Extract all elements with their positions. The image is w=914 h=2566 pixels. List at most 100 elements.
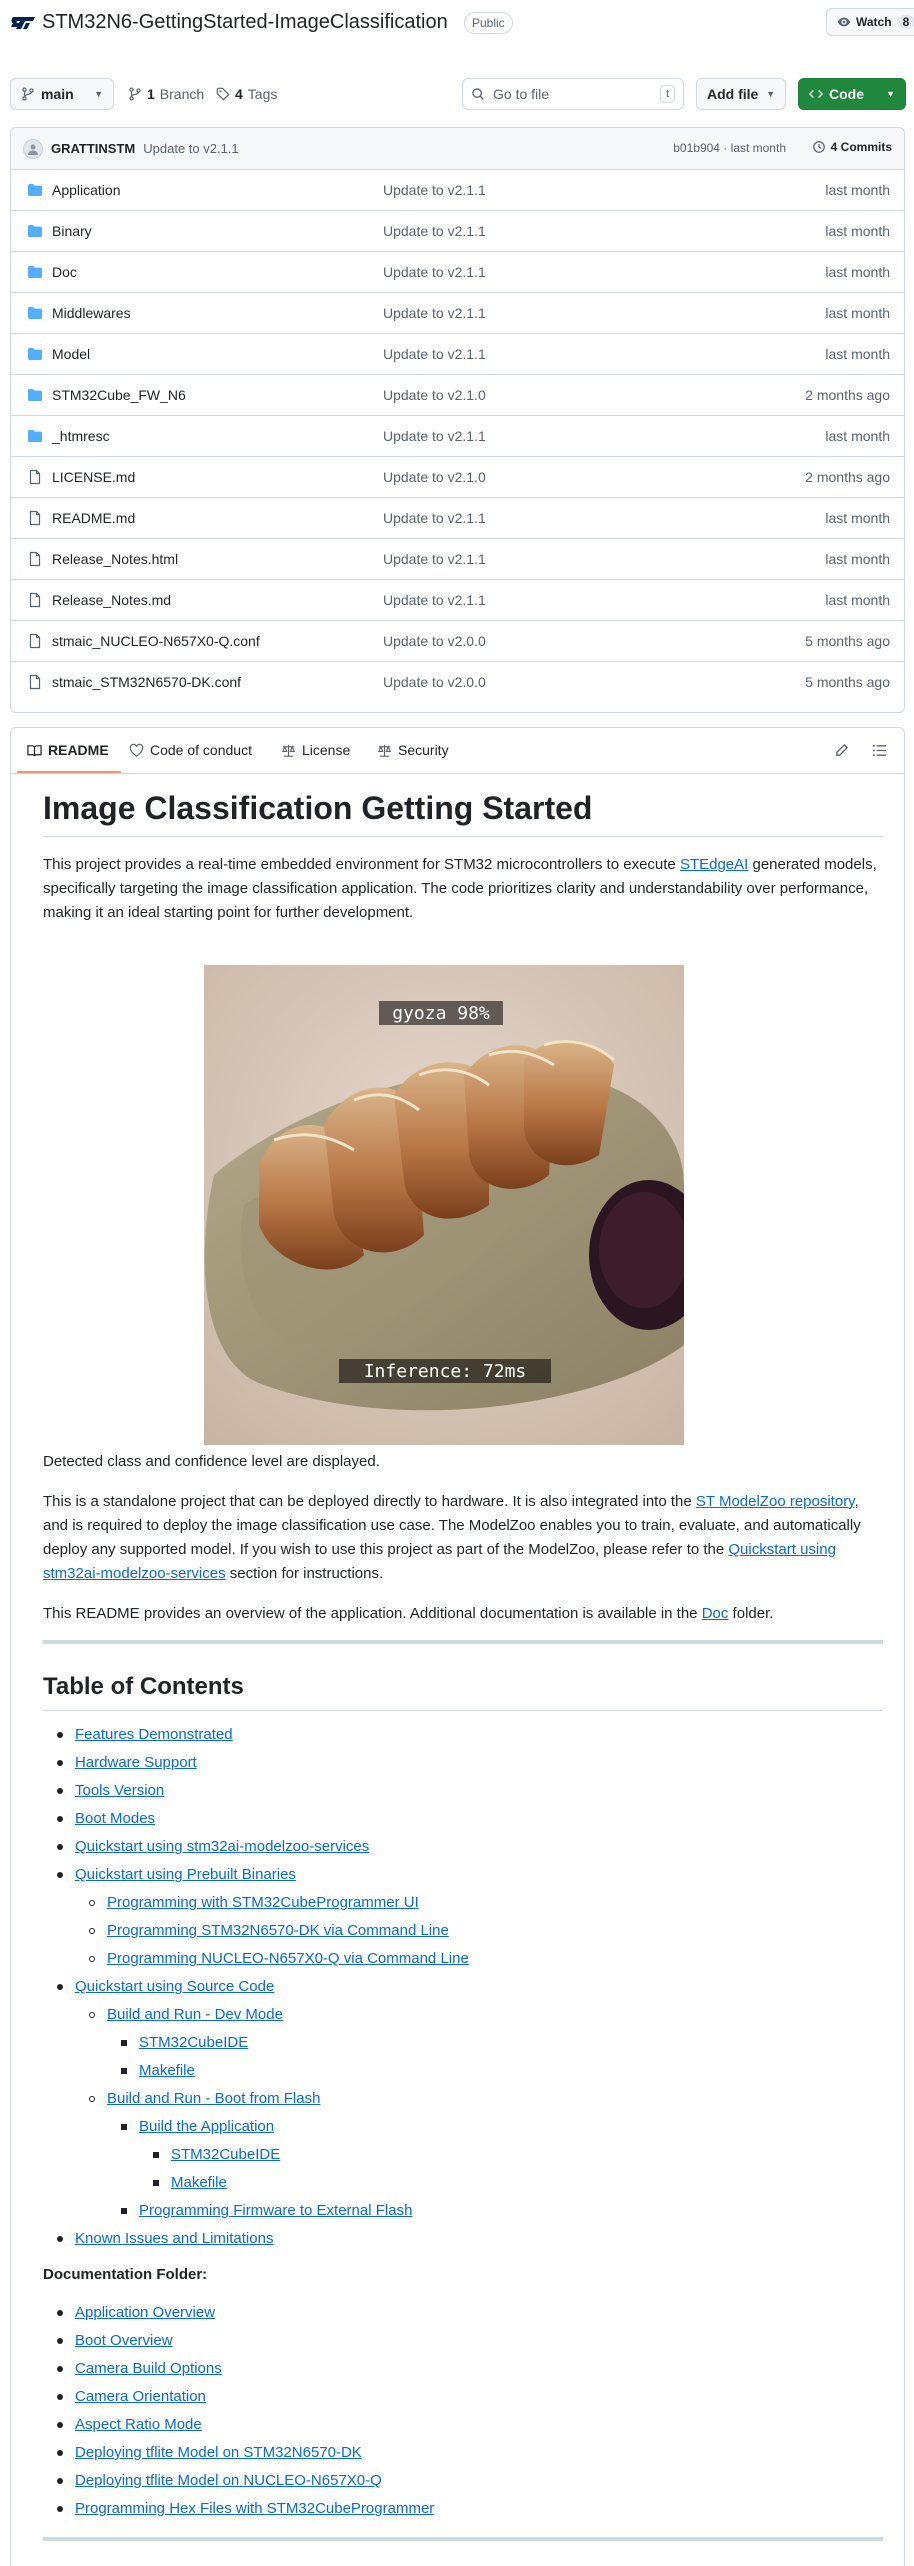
file-row[interactable]: Middlewares Update to v2.1.1 last month — [11, 293, 904, 334]
file-commit-message[interactable]: Update to v2.1.1 — [383, 223, 486, 239]
file-name[interactable]: README.md — [52, 510, 135, 526]
doc-link[interactable]: Aspect Ratio Mode — [75, 2416, 202, 2433]
file-name[interactable]: STM32Cube_FW_N6 — [52, 387, 186, 403]
toc-link[interactable]: Tools Version — [75, 1782, 164, 1799]
file-row[interactable]: Release_Notes.html Update to v2.1.1 last m… — [11, 539, 904, 580]
tags-label: Tags — [247, 86, 278, 102]
branches-link[interactable]: 1 Branch — [128, 86, 204, 102]
file-commit-message[interactable]: Update to v2.1.1 — [383, 305, 486, 321]
tab-license[interactable]: License — [281, 742, 350, 758]
toc-link[interactable]: Programming STM32N6570-DK via Command Li… — [107, 1922, 449, 1939]
list-icon[interactable] — [872, 743, 887, 761]
st-logo-icon[interactable] — [10, 14, 36, 32]
doc-link-item: Boot Overview — [43, 2327, 883, 2355]
file-row[interactable]: README.md Update to v2.1.1 last month — [11, 498, 904, 539]
toc-link[interactable]: STM32CubeIDE — [139, 2034, 248, 2051]
file-row[interactable]: _htmresc Update to v2.1.1 last month — [11, 416, 904, 457]
doc-link[interactable]: Camera Build Options — [75, 2360, 222, 2377]
toc-link[interactable]: Quickstart using Prebuilt Binaries — [75, 1866, 296, 1883]
commit-meta[interactable]: b01b904 · last month — [673, 141, 786, 155]
modelzoo-repo-link[interactable]: ST ModelZoo repository — [696, 1493, 855, 1510]
toc-link[interactable]: Known Issues and Limitations — [75, 2230, 273, 2247]
go-to-file-input[interactable]: Go to file t — [462, 78, 684, 110]
file-commit-message[interactable]: Update to v2.1.1 — [383, 510, 486, 526]
avatar[interactable] — [23, 138, 43, 159]
tab-readme[interactable]: README — [27, 742, 109, 758]
toc-link[interactable]: Quickstart using stm32ai-modelzoo-servic… — [75, 1838, 369, 1855]
toc-link[interactable]: Makefile — [139, 2062, 195, 2079]
file-name[interactable]: stmaic_STM32N6570-DK.conf — [52, 674, 241, 690]
repo-title[interactable]: STM32N6-GettingStarted-ImageClassificati… — [42, 11, 448, 34]
add-file-button[interactable]: Add file ▼ — [696, 78, 786, 110]
doc-folder-heading: Documentation Folder: — [43, 2266, 208, 2283]
file-row[interactable]: Binary Update to v2.1.1 last month — [11, 211, 904, 252]
folder-icon — [27, 223, 43, 239]
file-row[interactable]: LICENSE.md Update to v2.1.0 2 months ago — [11, 457, 904, 498]
doc-link[interactable]: Programming Hex Files with STM32CubeProg… — [75, 2500, 434, 2517]
stedgeai-link[interactable]: STEdgeAI — [680, 856, 748, 873]
toc-link[interactable]: Quickstart using Source Code — [75, 1978, 274, 1995]
file-name[interactable]: _htmresc — [52, 428, 110, 444]
tags-link[interactable]: 4 Tags — [216, 86, 277, 102]
file-name[interactable]: LICENSE.md — [52, 469, 135, 485]
file-commit-message[interactable]: Update to v2.1.0 — [383, 469, 486, 485]
toc-link[interactable]: Boot Modes — [75, 1810, 155, 1827]
doc-link[interactable]: Application Overview — [75, 2304, 215, 2321]
toc-link[interactable]: STM32CubeIDE — [171, 2146, 280, 2163]
file-name[interactable]: Model — [52, 346, 90, 362]
file-commit-message[interactable]: Update to v2.1.1 — [383, 346, 486, 362]
tab-code-of-conduct[interactable]: Code of conduct — [129, 742, 252, 758]
file-commit-message[interactable]: Update to v2.1.1 — [383, 592, 486, 608]
doc-folder-link[interactable]: Doc — [702, 1605, 729, 1622]
file-name[interactable]: Middlewares — [52, 305, 131, 321]
toc-link[interactable]: Build and Run - Boot from Flash — [107, 2090, 320, 2107]
toc-link[interactable]: Hardware Support — [75, 1754, 197, 1771]
file-commit-message[interactable]: Update to v2.0.0 — [383, 633, 486, 649]
file-row[interactable]: stmaic_STM32N6570-DK.conf Update to v2.0.… — [11, 662, 904, 703]
doc-link[interactable]: Camera Orientation — [75, 2388, 206, 2405]
toc-link[interactable]: Programming Firmware to External Flash — [139, 2202, 412, 2219]
toc-link[interactable]: Build and Run - Dev Mode — [107, 2006, 283, 2023]
code-button[interactable]: Code ▼ — [798, 78, 906, 110]
file-row[interactable]: stmaic_NUCLEO-N657X0-Q.conf Update to v2.… — [11, 621, 904, 662]
commits-history-link[interactable]: 4 Commits — [812, 140, 892, 154]
bullet-icon — [89, 1956, 95, 1962]
toc-link[interactable]: Makefile — [171, 2174, 227, 2191]
file-commit-message[interactable]: Update to v2.1.0 — [383, 387, 486, 403]
toc-link[interactable]: Features Demonstrated — [75, 1726, 233, 1743]
file-name[interactable]: Binary — [52, 223, 92, 239]
commit-message[interactable]: Update to v2.1.1 — [143, 141, 238, 156]
toc-link[interactable]: Programming with STM32CubeProgrammer UI — [107, 1894, 419, 1911]
file-commit-message[interactable]: Update to v2.0.0 — [383, 674, 486, 690]
file-row[interactable]: Model Update to v2.1.1 last month — [11, 334, 904, 375]
toc-link[interactable]: Build the Application — [139, 2118, 274, 2135]
watch-button[interactable]: Watch 8 — [826, 8, 914, 36]
file-icon — [27, 633, 43, 649]
file-name[interactable]: stmaic_NUCLEO-N657X0-Q.conf — [52, 633, 260, 649]
watch-label: Watch — [856, 15, 892, 29]
file-row[interactable]: Release_Notes.md Update to v2.1.1 last mon… — [11, 580, 904, 621]
file-commit-message[interactable]: Update to v2.1.1 — [383, 182, 486, 198]
file-row[interactable]: Doc Update to v2.1.1 last month — [11, 252, 904, 293]
tab-security[interactable]: Security — [377, 742, 449, 758]
doc-link[interactable]: Boot Overview — [75, 2332, 173, 2349]
active-tab-indicator — [17, 771, 121, 773]
file-commit-message[interactable]: Update to v2.1.1 — [383, 264, 486, 280]
toc-item: STM32CubeIDE — [43, 2029, 883, 2057]
file-row[interactable]: Application Update to v2.1.1 last month — [11, 170, 904, 211]
doc-link[interactable]: Deploying tflite Model on STM32N6570-DK — [75, 2444, 362, 2461]
file-commit-message[interactable]: Update to v2.1.1 — [383, 428, 486, 444]
file-row[interactable]: STM32Cube_FW_N6 Update to v2.1.0 2 months … — [11, 375, 904, 416]
overview-text-end: folder. — [728, 1605, 774, 1622]
file-name[interactable]: Doc — [52, 264, 77, 280]
file-name[interactable]: Release_Notes.html — [52, 551, 178, 567]
file-name[interactable]: Application — [52, 182, 121, 198]
doc-link[interactable]: Deploying tflite Model on NUCLEO-N657X0-… — [75, 2472, 382, 2489]
edit-icon[interactable] — [834, 743, 849, 761]
file-commit-message[interactable]: Update to v2.1.1 — [383, 551, 486, 567]
file-name[interactable]: Release_Notes.md — [52, 592, 171, 608]
toc-link[interactable]: Programming NUCLEO-N657X0-Q via Command … — [107, 1950, 469, 1967]
standalone-paragraph: This is a standalone project that can be… — [43, 1490, 883, 1586]
branch-select-button[interactable]: main ▼ — [10, 78, 114, 110]
commit-author[interactable]: GRATTINSTM — [51, 141, 135, 156]
